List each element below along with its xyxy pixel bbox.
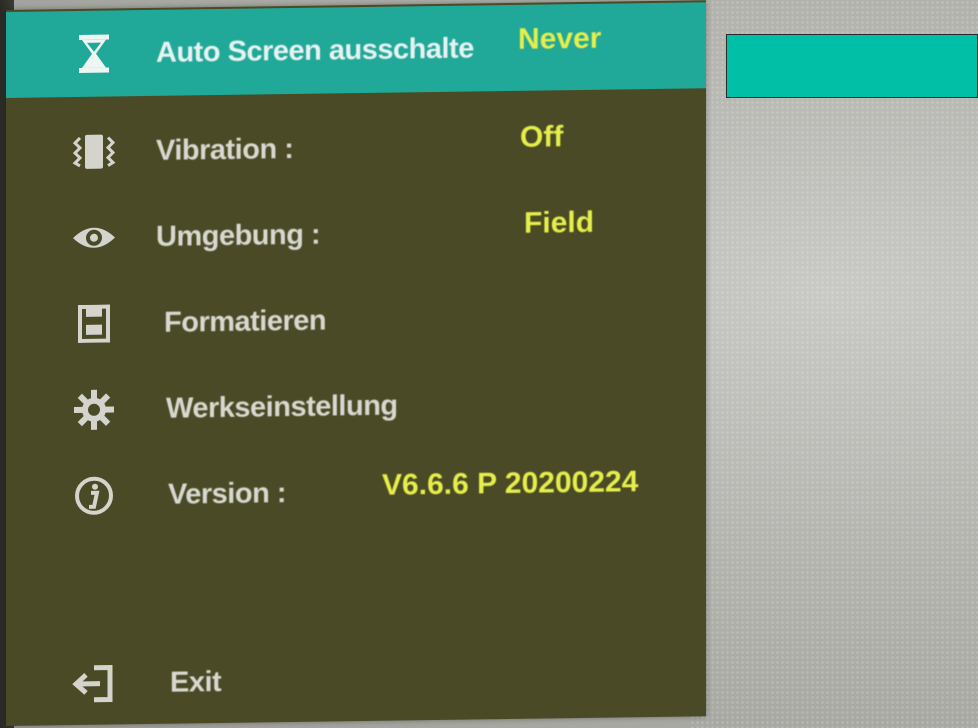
version-value: V6.6.6 P 20200224 xyxy=(382,465,639,502)
menu-item-value: Never xyxy=(518,21,602,56)
storage-card-icon xyxy=(70,299,118,348)
menu-item-version[interactable]: Version : V6.6.6 P 20200224 xyxy=(6,444,706,540)
eye-icon xyxy=(70,213,118,262)
gear-icon xyxy=(70,385,118,434)
menu-item-auto-screen-off[interactable]: Auto Screen ausschalte Never xyxy=(6,2,706,98)
menu-item-label: Formatieren xyxy=(164,304,327,339)
menu-item-value: Field xyxy=(524,205,595,240)
settings-menu: Auto Screen ausschalte Never Vibration :… xyxy=(6,0,706,726)
menu-item-label: Version : xyxy=(168,477,286,511)
vibration-icon xyxy=(70,127,118,176)
exit-icon xyxy=(70,659,118,708)
menu-item-label: Umgebung : xyxy=(156,218,321,253)
menu-item-label: Auto Screen ausschalte xyxy=(156,32,474,69)
background-surface xyxy=(690,0,978,728)
info-icon xyxy=(70,471,118,520)
menu-item-label: Werkseinstellung xyxy=(166,389,398,425)
hourglass-icon xyxy=(70,29,118,78)
menu-item-label: Vibration : xyxy=(156,132,294,167)
exit-button[interactable]: Exit xyxy=(6,632,706,728)
menu-item-vibration[interactable]: Vibration : Off xyxy=(6,100,706,196)
menu-item-format[interactable]: Formatieren xyxy=(6,272,706,368)
selected-value-button[interactable] xyxy=(726,34,978,98)
exit-label: Exit xyxy=(170,665,222,699)
menu-item-value: Off xyxy=(520,120,564,154)
menu-item-environment[interactable]: Umgebung : Field xyxy=(6,186,706,282)
